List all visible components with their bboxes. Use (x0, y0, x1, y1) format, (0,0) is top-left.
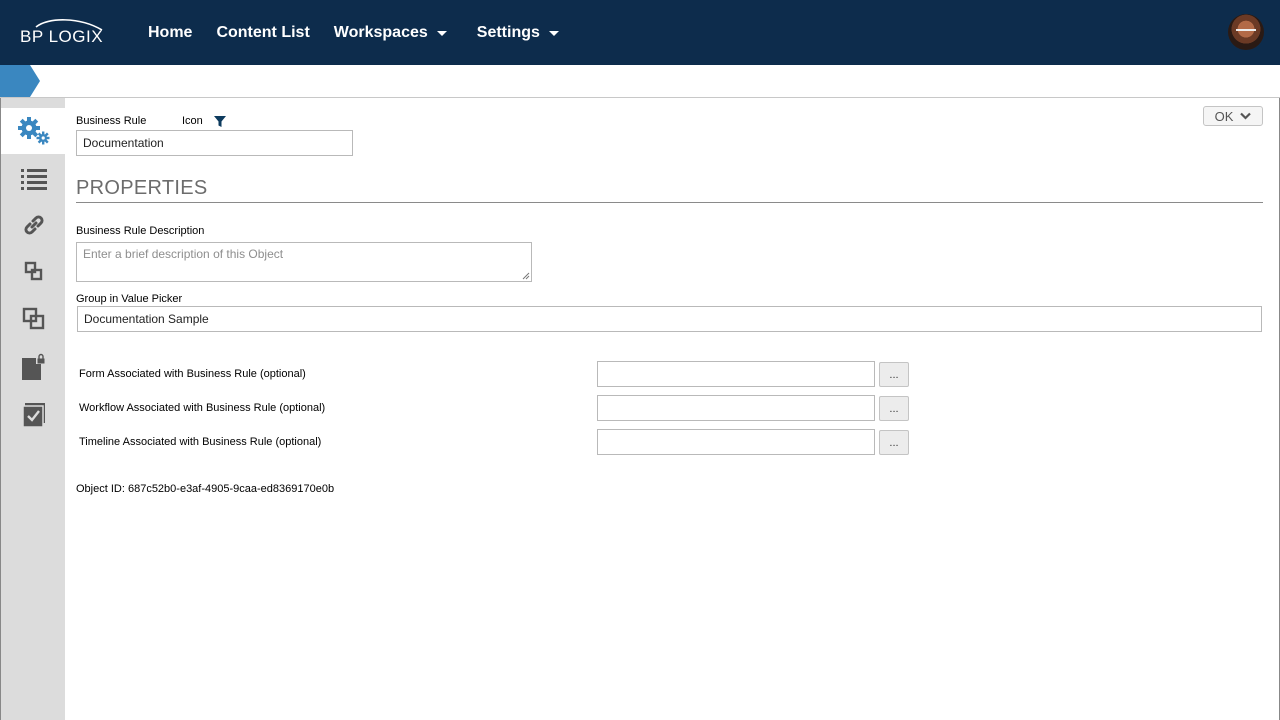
description-textarea[interactable]: Enter a brief description of this Object (76, 242, 532, 282)
sidebar-item-properties[interactable] (1, 108, 66, 154)
icon-label: Icon (182, 115, 203, 127)
copy-icon (22, 307, 44, 330)
nav-workspaces-label: Workspaces (333, 23, 428, 41)
ok-button-label: OK (1214, 108, 1234, 124)
workflow-association-picker-label: ... (889, 402, 899, 415)
timeline-association-picker-label: ... (889, 436, 899, 449)
locked-document-icon (21, 353, 46, 380)
filter-icon[interactable] (214, 116, 226, 128)
gears-icon (17, 117, 49, 145)
workflow-association-label: Workflow Associated with Business Rule (… (79, 402, 326, 414)
sidebar-item-permissions[interactable] (1, 344, 66, 390)
nav-settings[interactable]: Settings (477, 24, 559, 42)
sidebar-item-tasks[interactable] (1, 392, 66, 438)
group-picker-input[interactable]: Documentation Sample (77, 306, 1262, 332)
section-divider (76, 202, 1263, 203)
resize-grip-icon[interactable] (522, 272, 530, 280)
nav-content-list-label: Content List (216, 23, 310, 41)
chevron-down-icon (436, 31, 447, 36)
chevron-down-icon (1240, 112, 1252, 120)
nav-workspaces[interactable]: Workspaces (334, 24, 447, 42)
description-label: Business Rule Description (76, 225, 205, 237)
breadcrumb-arrow-icon[interactable] (0, 65, 40, 97)
link-icon (23, 215, 44, 235)
timeline-association-label: Timeline Associated with Business Rule (… (79, 436, 322, 448)
bp-logix-logo[interactable]: BP LOGIX (18, 18, 108, 48)
nav-settings-label: Settings (476, 23, 540, 41)
form-association-picker-label: ... (889, 368, 899, 381)
timeline-association-input[interactable] (597, 429, 875, 455)
squares-icon (24, 261, 42, 281)
sidebar-item-list[interactable] (1, 156, 66, 202)
group-picker-value: Documentation Sample (84, 312, 209, 326)
nav-home-label: Home (148, 23, 193, 41)
sidebar (0, 98, 66, 720)
sidebar-item-links[interactable] (1, 202, 66, 248)
business-rule-label: Business Rule (76, 115, 147, 127)
sidebar-item-copies[interactable] (1, 296, 66, 342)
nav-content-list[interactable]: Content List (216, 24, 309, 42)
properties-section-title: PROPERTIES (76, 177, 208, 199)
checked-clipboard-icon (21, 403, 45, 428)
description-placeholder: Enter a brief description of this Object (83, 247, 284, 261)
ok-button[interactable]: OK (1203, 106, 1263, 126)
form-association-label: Form Associated with Business Rule (opti… (79, 368, 306, 380)
main-nav: Home Content List Workspaces Settings (148, 0, 583, 65)
sidebar-item-relations[interactable] (1, 248, 66, 294)
object-id-text: Object ID: 687c52b0-e3af-4905-9caa-ed836… (76, 483, 335, 495)
form-association-picker-button[interactable]: ... (879, 362, 909, 387)
chevron-down-icon (548, 31, 559, 36)
workflow-association-picker-button[interactable]: ... (879, 396, 909, 421)
form-association-input[interactable] (597, 361, 875, 387)
user-avatar[interactable] (1228, 14, 1264, 50)
logo-text: BP LOGIX (20, 27, 104, 46)
workflow-association-input[interactable] (597, 395, 875, 421)
timeline-association-picker-button[interactable]: ... (879, 430, 909, 455)
list-icon (20, 169, 47, 190)
breadcrumb (0, 65, 1280, 98)
top-navigation-bar: BP LOGIX Home Content List Workspaces Se… (0, 0, 1280, 65)
group-label: Group in Value Picker (76, 293, 183, 305)
business-rule-name-value: Documentation (83, 136, 164, 150)
nav-home[interactable]: Home (148, 24, 192, 42)
main-content: Business Rule Icon Documentation OK PROP… (65, 98, 1280, 720)
business-rule-name-input[interactable]: Documentation (76, 130, 353, 156)
avatar-glasses (1236, 29, 1256, 33)
